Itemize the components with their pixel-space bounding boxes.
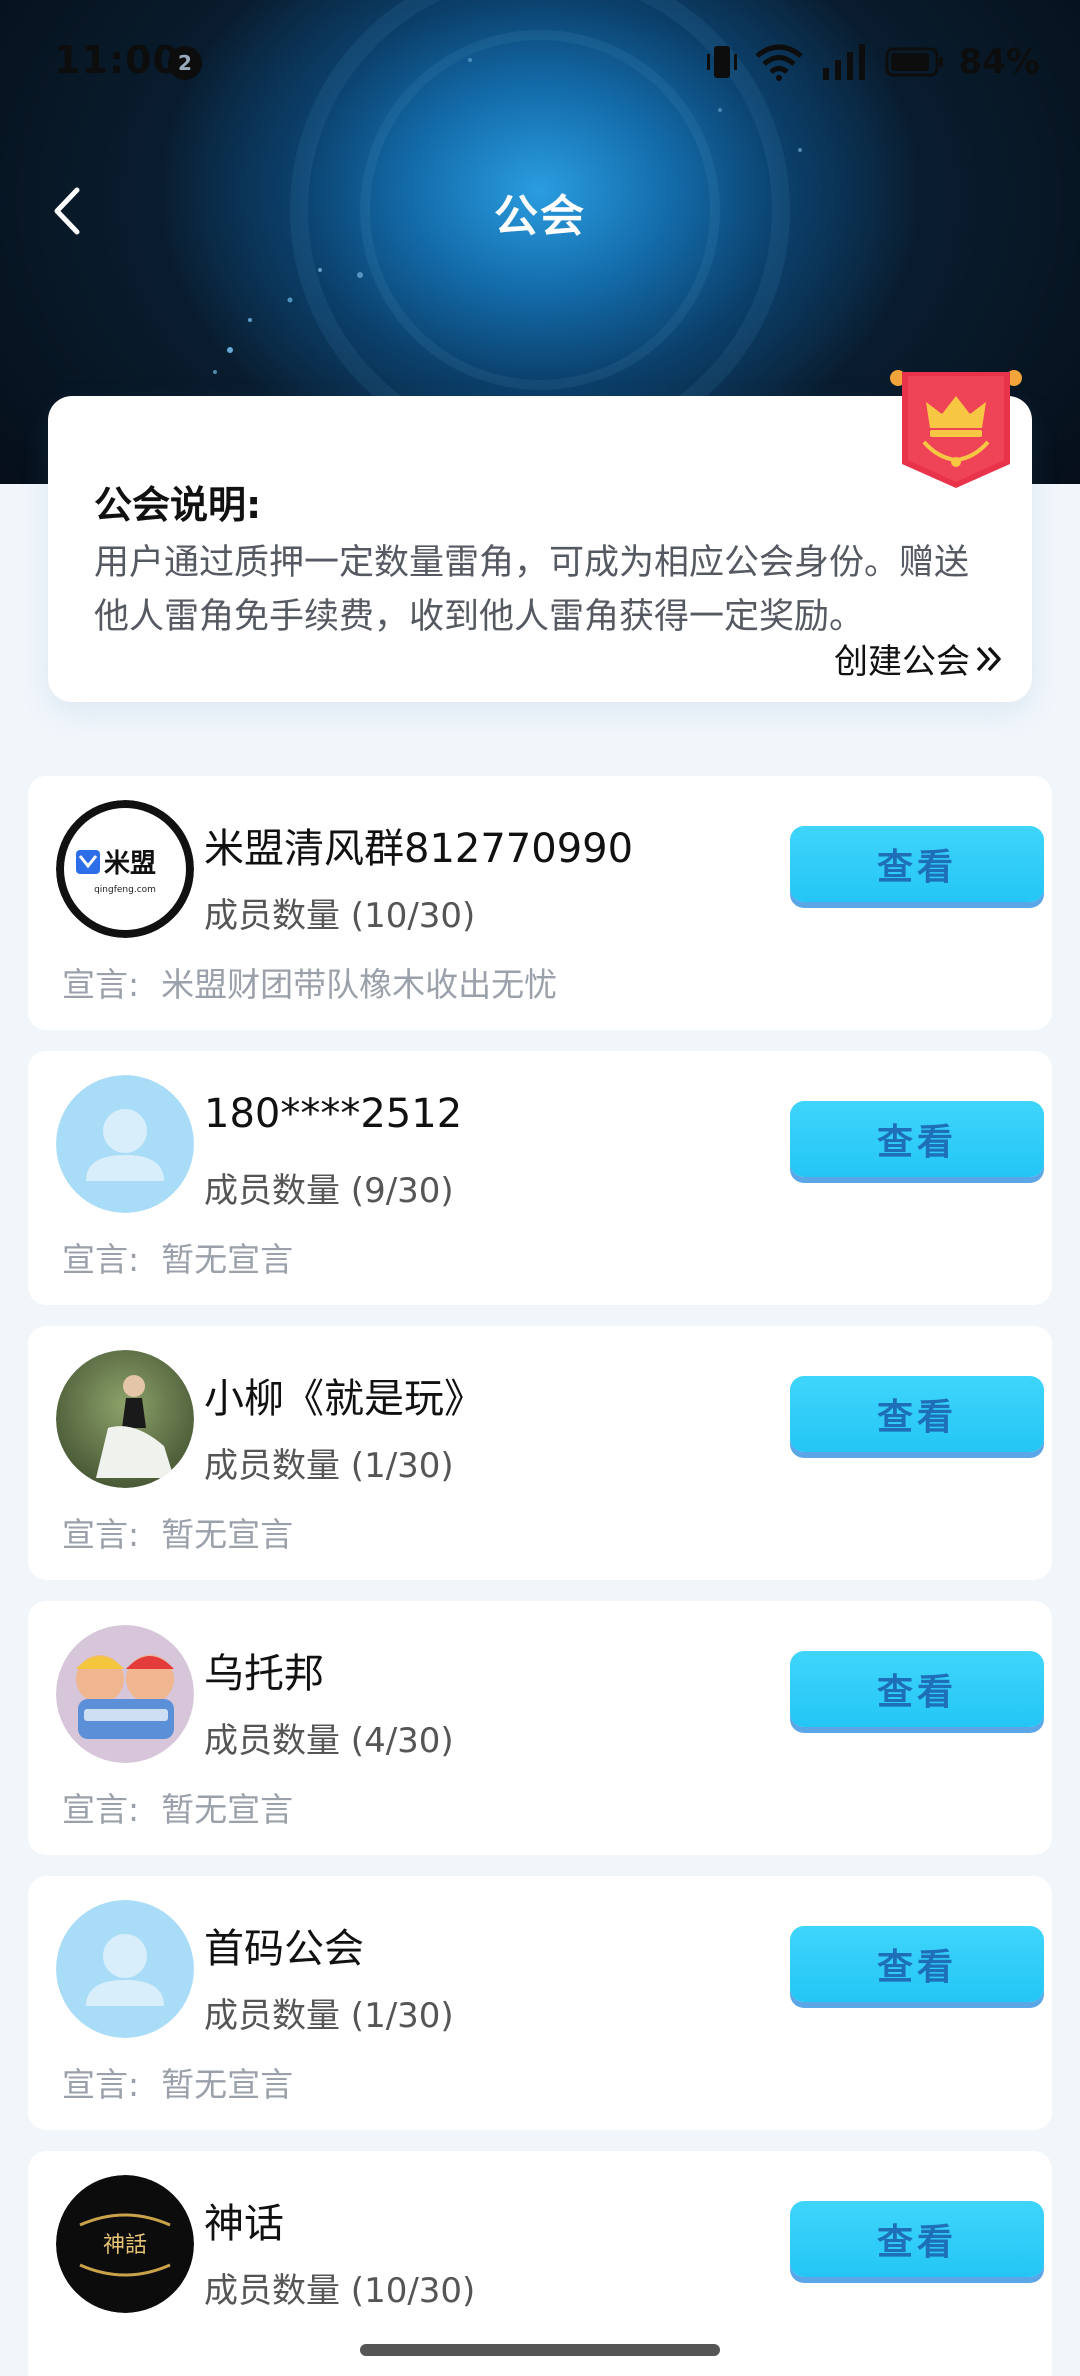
view-button[interactable]: 查看 [790, 826, 1044, 902]
view-button[interactable]: 查看 [790, 2201, 1044, 2277]
motto-text: 暂无宣言 [161, 1240, 294, 1279]
motto-text: 暂无宣言 [161, 1515, 294, 1554]
avatar-logo-text: 米盟 [104, 849, 156, 879]
guild-motto: 宣言: 暂无宣言 [62, 1508, 293, 1556]
page-title: 公会 [494, 191, 586, 242]
view-button[interactable]: 查看 [790, 1651, 1044, 1727]
info-description: 用户通过质押一定数量雷角，可成为相应公会身份。赠送他人雷角免手续费，收到他人雷角… [94, 543, 970, 637]
motto-label: 宣言: [62, 2065, 140, 2104]
guild-member-count: 成员数量 (1/30) [204, 1996, 454, 2036]
guild-info-card: 公会说明: 用户通过质押一定数量雷角，可成为相应公会身份。赠送他人雷角免手续费，… [48, 396, 1032, 702]
guild-member-count: 成员数量 (9/30) [204, 1171, 454, 1211]
guild-avatar [56, 1350, 194, 1488]
motto-text: 米盟财团带队橡木收出无忧 [161, 965, 558, 1004]
guild-avatar [56, 1075, 194, 1213]
guild-card: 米盟 qingfeng.com 米盟清风群812770990 成员数量 (10/… [28, 776, 1052, 1030]
motto-text: 暂无宣言 [161, 1790, 294, 1829]
battery-percent: 84% [958, 42, 1040, 82]
motto-label: 宣言: [62, 1515, 140, 1554]
default-user-icon [56, 1075, 194, 1213]
guild-name: 180****2512 [204, 1091, 463, 1137]
create-guild-label: 创建公会 [834, 642, 970, 682]
guild-name: 神话 [204, 2201, 284, 2247]
status-time: 11:00 [54, 38, 180, 82]
create-guild-link[interactable]: 创建公会 [834, 634, 1004, 683]
guild-card: 180****2512 成员数量 (9/30) 宣言: 暂无宣言 查看 [28, 1051, 1052, 1305]
photo-avatar [56, 1350, 194, 1488]
guild-list: 米盟 qingfeng.com 米盟清风群812770990 成员数量 (10/… [28, 776, 1052, 2376]
wifi-icon [755, 44, 803, 81]
battery-icon [885, 47, 943, 77]
cartoon-avatar [56, 1625, 194, 1763]
guild-card: 首码公会 成员数量 (1/30) 宣言: 暂无宣言 查看 [28, 1876, 1052, 2130]
view-button[interactable]: 查看 [790, 1926, 1044, 2002]
default-user-icon [56, 1900, 194, 2038]
motto-text: 暂无宣言 [161, 2065, 294, 2104]
guild-member-count: 成员数量 (10/30) [204, 896, 476, 936]
mimeng-logo: 米盟 qingfeng.com [56, 800, 194, 938]
guild-name: 乌托邦 [204, 1651, 324, 1697]
guild-avatar [56, 1625, 194, 1763]
signal-5g-icon [822, 44, 865, 80]
status-icons: 84% [705, 40, 1040, 84]
guild-card: 神話 神话 成员数量 (10/30) 查看 [28, 2151, 1052, 2376]
status-bar: 11:00 2 84% [0, 0, 1080, 120]
info-title: 公会说明: [94, 483, 262, 527]
crown-ribbon-icon [890, 370, 1022, 488]
home-indicator[interactable] [360, 2344, 720, 2356]
guild-member-count: 成员数量 (10/30) [204, 2271, 476, 2311]
guild-name: 米盟清风群812770990 [204, 826, 634, 872]
avatar-logo-text: 神話 [103, 2233, 147, 2258]
guild-card: 小柳《就是玩》 成员数量 (1/30) 宣言: 暂无宣言 查看 [28, 1326, 1052, 1580]
shenhua-logo: 神話 [56, 2175, 194, 2313]
guild-motto: 宣言: 暂无宣言 [62, 1783, 293, 1831]
double-chevron-right-icon [976, 646, 1001, 671]
motto-label: 宣言: [62, 1240, 140, 1279]
guild-card: 乌托邦 成员数量 (4/30) 宣言: 暂无宣言 查看 [28, 1601, 1052, 1855]
view-button[interactable]: 查看 [790, 1376, 1044, 1452]
guild-name: 小柳《就是玩》 [204, 1376, 484, 1422]
guild-motto: 宣言: 暂无宣言 [62, 1233, 293, 1281]
view-button[interactable]: 查看 [790, 1101, 1044, 1177]
guild-name: 首码公会 [204, 1926, 364, 1972]
guild-member-count: 成员数量 (1/30) [204, 1446, 454, 1486]
notification-count-badge: 2 [168, 46, 202, 80]
guild-member-count: 成员数量 (4/30) [204, 1721, 454, 1761]
guild-avatar: 神話 [56, 2175, 194, 2313]
motto-label: 宣言: [62, 965, 140, 1004]
guild-motto: 宣言: 米盟财团带队橡木收出无忧 [62, 958, 557, 1006]
guild-motto: 宣言: 暂无宣言 [62, 2058, 293, 2106]
motto-label: 宣言: [62, 1790, 140, 1829]
guild-avatar [56, 1900, 194, 2038]
avatar-logo-subtext: qingfeng.com [94, 885, 156, 895]
guild-avatar: 米盟 qingfeng.com [56, 800, 194, 938]
vibrate-icon [706, 46, 737, 78]
